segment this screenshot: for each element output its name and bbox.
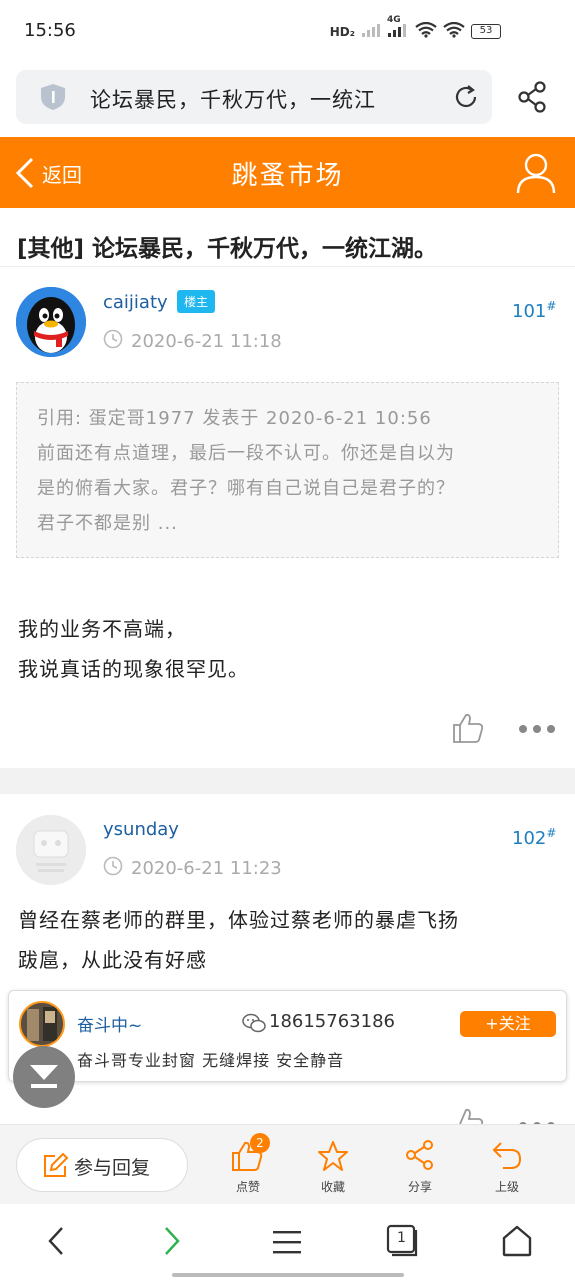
clock-icon <box>103 856 123 881</box>
up-level-label: 上级 <box>494 1180 519 1194</box>
undo-arrow-icon <box>491 1139 523 1175</box>
signal-4g-icon: 4G <box>387 15 409 40</box>
op-badge: 楼主 <box>177 290 216 313</box>
battery-icon: 53 <box>471 24 501 39</box>
post-content: 曾经在蔡老师的群里，体验过蔡老师的暴虐飞扬 跋扈，从此没有好感 <box>18 900 459 980</box>
wifi-icon-2 <box>443 21 465 41</box>
favorite-action[interactable]: 收藏 <box>303 1131 363 1201</box>
home-indicator[interactable] <box>172 1273 404 1277</box>
home-icon[interactable] <box>500 1224 534 1262</box>
floor-mark: # <box>546 826 557 840</box>
like-label: 点赞 <box>235 1180 260 1194</box>
more-icon[interactable] <box>518 721 556 740</box>
quote-line: 前面还有点道理，最后一段不认可。你还是自以为 <box>37 443 455 464</box>
status-bar: 15:56 HD₂ 4G 53 <box>0 0 575 64</box>
action-bar: 参与回复 2 点赞 收藏 分享 上级 <box>0 1124 575 1204</box>
menu-icon[interactable] <box>272 1228 302 1260</box>
shield-icon <box>38 82 68 116</box>
clock-icon <box>103 329 123 354</box>
post-line: 跋扈，从此没有好感 <box>18 948 207 972</box>
forward-nav-icon[interactable] <box>160 1224 184 1262</box>
hd-network-icon: HD₂ <box>329 24 355 39</box>
page-title: 跳蚤市场 <box>231 161 344 191</box>
floor-number: 102# <box>512 826 556 849</box>
browser-nav-bar: 1 <box>0 1204 575 1280</box>
post-separator <box>0 768 575 794</box>
post-line: 曾经在蔡老师的群里，体验过蔡老师的暴虐飞扬 <box>18 908 459 932</box>
follow-button[interactable]: +关注 <box>460 1011 556 1037</box>
share-icon <box>404 1139 436 1175</box>
reply-button[interactable]: 参与回复 <box>16 1138 188 1192</box>
thread-title: [其他] 论坛暴民，千秋万代，一统江湖。 <box>17 236 438 262</box>
back-nav-icon[interactable] <box>44 1224 68 1262</box>
floor-value: 101 <box>512 301 547 322</box>
app-header: 返回 跳蚤市场 <box>0 137 575 208</box>
share-network-icon[interactable] <box>516 80 548 118</box>
post-time: 2020-6-21 11:18 <box>131 331 282 352</box>
promo-card[interactable]: 奋斗中~ 18615763186 +关注 奋斗哥专业封窗 无缝焊接 安全静音 <box>8 990 567 1082</box>
refresh-icon[interactable] <box>452 83 480 115</box>
quote-block: 引用: 蛋定哥1977 发表于 2020-6-21 10:56 前面还有点道理，… <box>16 382 559 558</box>
arrow-down-icon <box>27 1062 61 1096</box>
share-action[interactable]: 分享 <box>390 1131 450 1201</box>
quote-line: 是的俯看大家。君子？哪有自己说自己是君子的？ <box>37 478 455 499</box>
tabs-icon[interactable]: 1 <box>386 1224 418 1258</box>
quote-line: 君子不都是别 ... <box>37 513 178 534</box>
scroll-down-button[interactable] <box>13 1046 75 1108</box>
status-icons: HD₂ 4G 53 <box>329 15 501 41</box>
username[interactable]: ysunday <box>103 819 179 840</box>
share-label: 分享 <box>407 1180 432 1194</box>
promo-phone[interactable]: 18615763186 <box>269 1011 395 1032</box>
avatar[interactable] <box>16 287 86 357</box>
promo-avatar <box>19 1001 65 1047</box>
thumbs-up-icon[interactable] <box>451 711 485 749</box>
favorite-label: 收藏 <box>320 1180 345 1194</box>
up-level-action[interactable]: 上级 <box>477 1131 537 1201</box>
like-action[interactable]: 2 点赞 <box>218 1131 278 1201</box>
post-line: 我的业务不高端， <box>18 617 186 641</box>
post-time-row: 2020-6-21 11:18 <box>103 329 282 354</box>
wechat-icon <box>242 1013 266 1037</box>
floor-number: 101# <box>512 299 556 322</box>
user-icon[interactable] <box>515 151 557 199</box>
divider <box>0 266 575 267</box>
signal-4g-label: 4G <box>387 15 401 25</box>
floor-mark: # <box>546 299 557 313</box>
floor-value: 102 <box>512 828 547 849</box>
edit-icon <box>41 1152 69 1184</box>
like-count-badge: 2 <box>250 1133 270 1153</box>
post-time-row: 2020-6-21 11:23 <box>103 856 282 881</box>
post-time: 2020-6-21 11:23 <box>131 858 282 879</box>
username[interactable]: caijiaty <box>103 292 168 313</box>
signal-icon <box>361 23 381 40</box>
avatar[interactable] <box>16 815 86 885</box>
tab-count: 1 <box>397 1230 406 1246</box>
status-time: 15:56 <box>24 20 76 41</box>
reply-label: 参与回复 <box>74 1157 151 1179</box>
post-content: 我的业务不高端， 我说真话的现象很罕见。 <box>18 609 249 689</box>
promo-name[interactable]: 奋斗中~ <box>77 1011 142 1036</box>
url-bar[interactable]: 论坛暴民，千秋万代，一统江 <box>16 70 492 124</box>
wifi-icon <box>415 21 437 41</box>
star-icon <box>316 1139 350 1177</box>
post-line: 我说真话的现象很罕见。 <box>18 657 249 681</box>
quote-line: 引用: 蛋定哥1977 发表于 2020-6-21 10:56 <box>37 408 432 429</box>
promo-description: 奋斗哥专业封窗 无缝焊接 安全静音 <box>77 1051 345 1070</box>
url-text: 论坛暴民，千秋万代，一统江 <box>90 88 376 112</box>
